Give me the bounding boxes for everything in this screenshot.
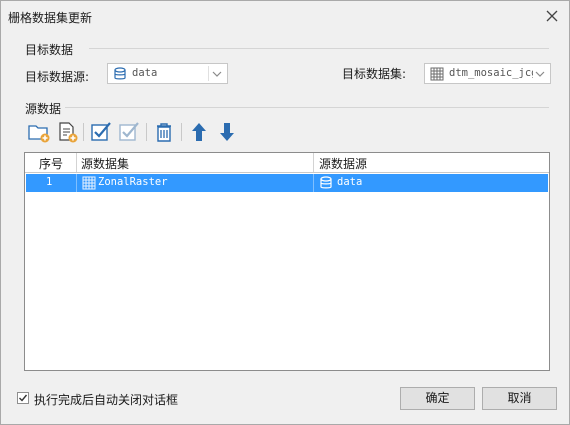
table-row[interactable]: 1 ZonalRaster data [26, 174, 548, 192]
delete-button[interactable] [152, 120, 176, 144]
column-divider [76, 174, 77, 192]
select-all-icon [91, 122, 111, 141]
column-divider[interactable] [313, 153, 314, 172]
close-icon [546, 10, 558, 22]
target-datasource-value: data [132, 67, 158, 79]
auto-close-checkbox[interactable] [17, 392, 29, 404]
column-header-dataset[interactable]: 源数据集 [81, 155, 129, 172]
table-header: 序号 源数据集 源数据源 [25, 153, 549, 173]
move-down-icon [220, 123, 234, 141]
datasource-icon [114, 67, 126, 80]
select-all-button[interactable] [89, 120, 113, 144]
datasource-icon [320, 176, 332, 189]
ok-button[interactable]: 确定 [400, 387, 475, 410]
column-header-datasource[interactable]: 源数据源 [319, 155, 367, 172]
source-dataset-table[interactable]: 序号 源数据集 源数据源 1 ZonalRaster data [24, 152, 550, 371]
add-file-button[interactable] [55, 120, 79, 144]
cancel-button[interactable]: 取消 [482, 387, 557, 410]
close-button[interactable] [543, 7, 561, 25]
column-header-index[interactable]: 序号 [39, 155, 63, 172]
add-folder-icon [28, 125, 50, 143]
raster-dataset-icon [82, 176, 96, 190]
target-dataset-value: dtm_mosaic_jcg [449, 67, 533, 79]
toolbar-separator [181, 123, 182, 141]
target-dataset-combo[interactable]: dtm_mosaic_jcg [424, 63, 551, 84]
chevron-down-icon [535, 71, 545, 77]
column-divider[interactable] [76, 153, 77, 172]
add-file-icon [59, 122, 78, 143]
dialog-title: 栅格数据集更新 [8, 11, 93, 25]
row-dataset: ZonalRaster [98, 176, 168, 188]
raster-grid-icon [430, 67, 444, 81]
chevron-down-icon [212, 71, 222, 77]
combo-separator [208, 66, 209, 81]
auto-close-label[interactable]: 执行完成后自动关闭对话框 [34, 391, 178, 408]
column-divider [313, 174, 314, 192]
move-up-icon [192, 123, 206, 141]
select-none-icon [119, 122, 139, 141]
toolbar-separator [146, 123, 147, 141]
delete-icon [157, 123, 171, 142]
raster-dataset-update-dialog: 栅格数据集更新 目标数据 目标数据源: data 目标数据集: dtm_mosa… [0, 0, 570, 425]
title-bar: 栅格数据集更新 [1, 1, 569, 31]
row-datasource: data [337, 176, 363, 188]
toolbar-separator [83, 123, 84, 141]
source-toolbar [27, 120, 547, 146]
target-datasource-combo[interactable]: data [107, 63, 228, 84]
move-down-button[interactable] [215, 120, 239, 144]
target-datasource-label: 目标数据源: [25, 70, 90, 84]
add-folder-button[interactable] [27, 120, 51, 144]
target-dataset-label: 目标数据集: [342, 67, 407, 81]
checkmark-icon [19, 394, 28, 402]
move-up-button[interactable] [187, 120, 211, 144]
row-index: 1 [46, 176, 53, 188]
select-none-button[interactable] [117, 120, 141, 144]
